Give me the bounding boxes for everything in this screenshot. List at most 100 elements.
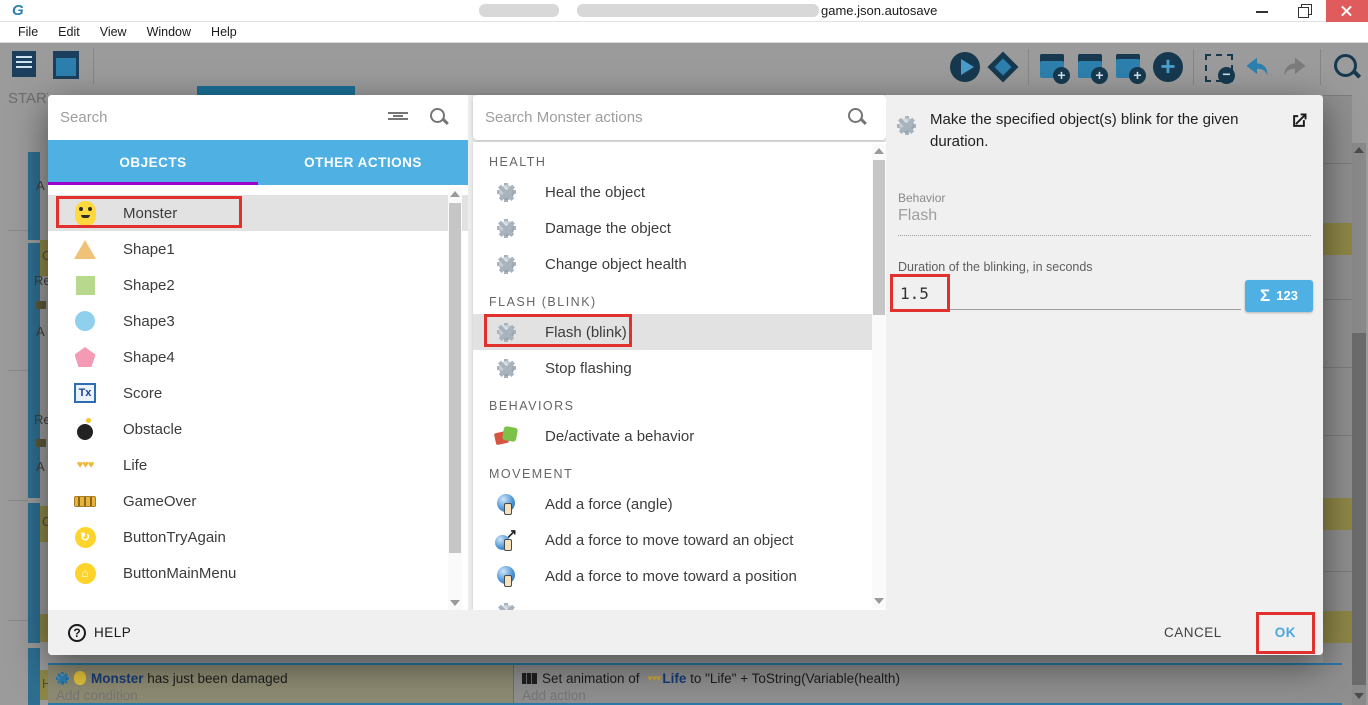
object-list-scrollbar[interactable] (448, 187, 462, 610)
action-list-scrollbar[interactable] (872, 144, 886, 608)
object-item-shape3[interactable]: Shape3 (48, 303, 468, 339)
object-item-shape4[interactable]: Shape4 (48, 339, 468, 375)
object-item-buttontryagain[interactable]: ↻ ButtonTryAgain (48, 519, 468, 555)
category-health: HEALTH (489, 155, 547, 169)
scroll-up-icon[interactable] (450, 191, 460, 197)
object-tabs: OBJECTS OTHER ACTIONS (48, 140, 468, 185)
action-editor-dialog: OBJECTS OTHER ACTIONS Monster Shape1 (48, 95, 1323, 655)
add-condition-link[interactable]: Add condition (56, 687, 505, 705)
action-description: Make the specified object(s) blink for t… (930, 111, 1239, 150)
action-item-damage[interactable]: Damage the object (473, 210, 886, 246)
add-subevent-icon[interactable] (1076, 50, 1108, 84)
window-title: game.json.autosave (821, 3, 938, 18)
gear-icon (496, 358, 517, 379)
add-event-icon[interactable] (1038, 50, 1070, 84)
ok-button[interactable]: OK (1275, 625, 1296, 640)
title-bar: G game.json.autosave (0, 0, 1368, 22)
scroll-up-icon[interactable] (1354, 147, 1364, 153)
object-item-shape1[interactable]: Shape1 (48, 231, 468, 267)
menu-bar: File Edit View Window Help (0, 22, 1368, 43)
event-indent-bar (28, 648, 40, 705)
action-list: HEALTH Heal the object Damage the object… (473, 142, 886, 610)
toolbar-separator (1193, 49, 1194, 85)
workspace-dimmed: START A C Re A Re A C H (0, 43, 1368, 705)
gdevelop-logo-icon: G (12, 2, 24, 19)
minimize-icon[interactable] (1242, 0, 1284, 22)
tab-other-actions[interactable]: OTHER ACTIONS (258, 140, 468, 185)
duration-input[interactable] (898, 279, 1241, 310)
object-item-obstacle[interactable]: Obstacle (48, 411, 468, 447)
action-item-flash[interactable]: Flash (blink) (473, 314, 886, 350)
undo-icon[interactable] (1241, 50, 1273, 84)
event-conditions-cell[interactable]: Monster has just been damaged Add condit… (48, 665, 513, 703)
events-sheet-icon[interactable] (10, 49, 42, 83)
monster-mini-icon (74, 671, 86, 685)
scroll-down-icon[interactable] (450, 600, 460, 606)
event-indent-bar (28, 152, 40, 240)
toolbar-separator (1320, 49, 1321, 85)
action-item-add-force-angle[interactable]: Add a force (angle) (473, 486, 886, 522)
condition-text: has just been damaged (143, 670, 288, 686)
restore-icon[interactable] (1284, 0, 1326, 22)
object-item-life[interactable]: ♥♥♥ Life (48, 447, 468, 483)
action-text-prefix: Set animation of (542, 670, 644, 686)
object-item-shape2[interactable]: Shape2 (48, 267, 468, 303)
gear-icon (496, 218, 517, 239)
open-in-new-icon[interactable] (1289, 111, 1309, 131)
delete-event-icon[interactable] (1203, 50, 1235, 84)
debug-icon[interactable] (987, 50, 1019, 84)
menu-view[interactable]: View (90, 25, 137, 39)
action-item-change-health[interactable]: Change object health (473, 246, 886, 282)
close-icon[interactable] (1326, 0, 1368, 22)
start-event-label: START (8, 90, 48, 107)
menu-help[interactable]: Help (201, 25, 247, 39)
menu-file[interactable]: File (8, 25, 48, 39)
cancel-button[interactable]: CANCEL (1164, 625, 1222, 640)
object-search-input[interactable] (60, 103, 380, 131)
monster-icon (74, 200, 96, 226)
menu-window[interactable]: Window (137, 25, 201, 39)
action-item-stop-flashing[interactable]: Stop flashing (473, 350, 886, 386)
scrollbar-thumb[interactable] (449, 203, 461, 553)
add-new-icon[interactable] (1152, 50, 1184, 84)
action-item-partial[interactable] (473, 594, 886, 610)
search-events-icon[interactable] (1330, 50, 1362, 84)
toolbar-separator (93, 48, 94, 84)
category-behaviors: BEHAVIORS (489, 399, 575, 413)
scrollbar-thumb[interactable] (873, 160, 885, 315)
gear-icon (496, 322, 517, 343)
tab-objects[interactable]: OBJECTS (48, 140, 258, 185)
object-item-monster[interactable]: Monster (48, 195, 468, 231)
object-item-score[interactable]: Tx Score (48, 375, 468, 411)
scroll-down-icon[interactable] (1354, 693, 1364, 699)
action-item-add-force-position[interactable]: Add a force to move toward a position (473, 558, 886, 594)
help-button[interactable]: ? HELP (68, 623, 131, 642)
add-comment-icon[interactable] (1114, 50, 1146, 84)
scrollbar-thumb[interactable] (1352, 333, 1366, 685)
menu-edit[interactable]: Edit (48, 25, 90, 39)
scene-editor-icon[interactable] (50, 49, 82, 83)
scroll-up-icon[interactable] (874, 148, 884, 154)
redo-icon[interactable] (1279, 50, 1311, 84)
action-item-heal[interactable]: Heal the object (473, 174, 886, 210)
search-icon[interactable] (848, 108, 866, 126)
expression-editor-button[interactable]: Σ 123 (1245, 279, 1313, 312)
action-search-input[interactable] (485, 103, 805, 131)
filter-icon[interactable] (388, 111, 408, 123)
action-item-add-force-object[interactable]: ↗ Add a force to move toward an object (473, 522, 886, 558)
events-sheet-right-edge (1322, 95, 1368, 705)
gear-icon (496, 602, 517, 610)
gear-icon (496, 254, 517, 275)
preview-play-icon[interactable] (949, 50, 981, 84)
action-text-suffix: to "Life" + ToString(Variable(health) (686, 670, 900, 686)
add-action-link[interactable]: Add action (522, 687, 1334, 705)
object-item-buttonmainmenu[interactable]: ⌂ ButtonMainMenu (48, 555, 468, 591)
scroll-down-icon[interactable] (874, 598, 884, 604)
category-flash: FLASH (BLINK) (489, 295, 597, 309)
search-icon[interactable] (430, 108, 448, 126)
action-item-deactivate-behavior[interactable]: De/activate a behavior (473, 418, 886, 454)
event-actions-cell[interactable]: Set animation of ♥♥♥ Life to "Life" + To… (513, 665, 1342, 703)
object-item-gameover[interactable]: GameOver (48, 483, 468, 519)
condition-gear-icon (56, 671, 69, 685)
gear-icon (496, 182, 517, 203)
